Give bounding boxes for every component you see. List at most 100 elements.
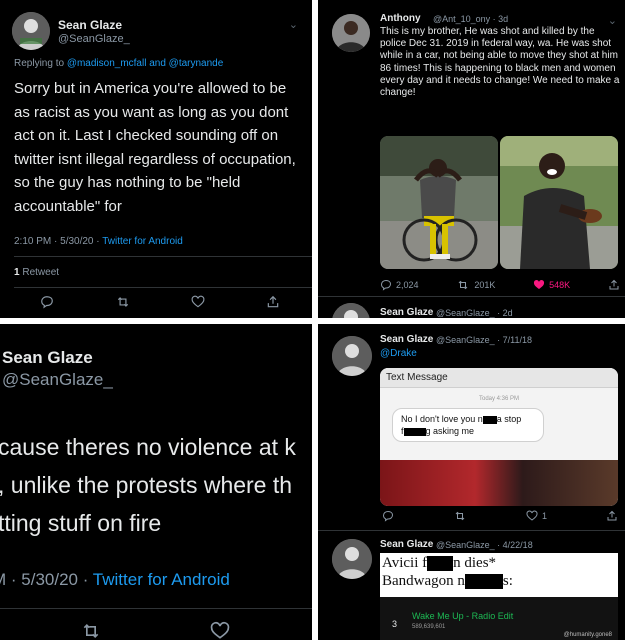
sms-text: a stop: [496, 414, 522, 424]
avatar[interactable]: [12, 12, 50, 50]
drake-photo: [380, 460, 618, 506]
retweet-button[interactable]: [453, 510, 467, 522]
share-button[interactable]: [266, 295, 280, 309]
meme-text: n dies*: [453, 555, 497, 571]
track-title: Wake Me Up - Radio Edit: [412, 611, 514, 621]
like-button[interactable]: 1: [526, 510, 547, 522]
retweet-count[interactable]: 1 Retweet: [14, 267, 59, 278]
retweet-button[interactable]: 201K: [456, 279, 495, 291]
tweet-panel-4: Sean Glaze @SeanGlaze_ · 7/11/18 @Drake …: [318, 324, 625, 640]
sms-timestamp: Today 4:36 PM: [478, 396, 520, 402]
track-plays: 589,639,601: [412, 624, 446, 630]
retweet-icon: [455, 511, 465, 521]
track-number: 3: [392, 619, 398, 629]
share-icon: [607, 510, 617, 521]
watermark: @humanity.gone8: [563, 632, 612, 638]
author-name[interactable]: Sean Glaze: [58, 18, 122, 32]
sms-text: g asking me: [425, 426, 475, 436]
tweet-photo[interactable]: [380, 136, 498, 269]
retweet-button[interactable]: [80, 621, 102, 640]
author-handle[interactable]: @SeanGlaze_ · 4/22/18: [436, 540, 533, 550]
tweet-text-line: , unlike the protests where th: [0, 472, 293, 498]
meme-text: Avicii f: [382, 555, 428, 571]
like-button[interactable]: [210, 621, 230, 640]
like-button[interactable]: 548K: [533, 279, 570, 291]
sms-bubble: No I don't love you na stop fg asking me: [392, 408, 544, 442]
reply-button[interactable]: 2,024: [380, 279, 419, 291]
meme-text: s:: [502, 573, 513, 589]
like-count: 548K: [549, 280, 571, 290]
tweet-photo[interactable]: [500, 136, 618, 269]
share-icon: [609, 279, 619, 290]
author-name[interactable]: Sean Glaze: [2, 348, 93, 368]
tweet-timestamp: 2:10 PM · 5/30/20 ·: [14, 236, 103, 247]
divider: [14, 287, 312, 288]
divider: [318, 530, 625, 531]
tweet-panel-3: Sean Glaze @SeanGlaze_ cause theres no v…: [0, 324, 312, 640]
author-handle[interactable]: @Ant_10_ony · 3d: [433, 14, 508, 24]
tweet-text: cause theres no violence at k , unlike t…: [0, 428, 312, 542]
reply-count: 2,024: [396, 280, 419, 290]
author-handle[interactable]: @SeanGlaze_: [58, 33, 130, 45]
author-name[interactable]: Sean Glaze: [380, 334, 433, 345]
retweet-button[interactable]: [115, 295, 131, 309]
divider: [318, 296, 625, 297]
author-handle[interactable]: @SeanGlaze_: [2, 370, 113, 390]
tweet-text-line: cause theres no violence at k: [0, 434, 296, 460]
redaction-bar: [482, 415, 497, 424]
spotify-track-row: 3 Wake Me Up - Radio Edit 589,639,601 @h…: [380, 597, 618, 640]
avatar[interactable]: [332, 539, 372, 579]
avatar[interactable]: [332, 336, 372, 376]
tweet-text: Sorry but in America you're allowed to b…: [14, 80, 296, 215]
meme-image[interactable]: Avicii f n dies* Bandwagon n s: 3 Wake Me …: [380, 553, 618, 640]
reply-author-name[interactable]: Sean Glaze: [380, 307, 433, 318]
sms-header: Text Message: [380, 368, 618, 388]
author-handle[interactable]: @SeanGlaze_ · 7/11/18: [436, 335, 532, 345]
tweet-panel-1: Sean Glaze @SeanGlaze_ ⌄ Replying to @ma…: [0, 0, 312, 318]
share-button[interactable]: [608, 279, 620, 291]
divider: [14, 256, 312, 257]
replying-to-users[interactable]: @madison_mcfall and @tarynande: [67, 58, 224, 69]
chevron-down-icon[interactable]: ⌄: [289, 18, 298, 31]
tweet-text-line: tting stuff on fire: [0, 510, 162, 536]
reply-button[interactable]: [40, 295, 54, 309]
tweet-meta: M · 5/30/20 · Twitter for Android: [0, 570, 230, 590]
reply-button[interactable]: [382, 510, 394, 522]
author-name[interactable]: Sean Glaze: [380, 539, 433, 550]
like-count: 1: [541, 511, 547, 521]
text-message-screenshot[interactable]: Text Message Today 4:36 PM No I don't lo…: [380, 368, 618, 506]
heart-icon: [210, 621, 230, 639]
retweet-count: 201K: [474, 280, 496, 290]
meme-text: Bandwagon n: [382, 573, 465, 589]
redaction-bar: [403, 427, 426, 436]
replying-to: Replying to @madison_mcfall and @tarynan…: [14, 58, 223, 69]
meme-caption-line: Avicii f n dies*: [382, 555, 496, 572]
sms-text: No I don't love you n: [401, 414, 483, 424]
tweet-actions: [40, 295, 280, 309]
retweet-icon: [117, 297, 128, 307]
heart-icon: [191, 295, 205, 308]
tweet-panel-2: Anthony @Ant_10_ony · 3d ⌄ This is my br…: [318, 0, 625, 318]
reply-author-handle[interactable]: @SeanGlaze_ · 2d: [436, 308, 513, 318]
like-button[interactable]: [191, 295, 205, 309]
reply-icon: [380, 279, 392, 291]
meme-caption-line: Bandwagon n s:: [382, 573, 513, 590]
tweet-source[interactable]: Twitter for Android: [93, 570, 230, 589]
redaction-bar: [427, 556, 454, 572]
tweet-timestamp: M · 5/30/20 ·: [0, 570, 93, 589]
share-button[interactable]: [606, 510, 618, 522]
reply-icon: [382, 510, 394, 522]
reply-icon: [41, 296, 53, 309]
retweet-icon: [83, 623, 99, 639]
tweet-actions: 2,024 201K 548K: [380, 279, 620, 291]
replying-prefix: Replying to: [14, 58, 67, 69]
tweet-source[interactable]: Twitter for Android: [102, 236, 183, 247]
avatar[interactable]: [332, 14, 370, 52]
heart-icon: [526, 510, 538, 521]
share-icon: [267, 295, 279, 308]
mention-link[interactable]: @Drake: [380, 348, 417, 359]
tweet-actions: [80, 621, 230, 640]
avatar[interactable]: [332, 303, 370, 318]
tweet-text: This is my brother, He was shot and kill…: [380, 26, 620, 99]
author-name[interactable]: Anthony: [380, 13, 421, 24]
